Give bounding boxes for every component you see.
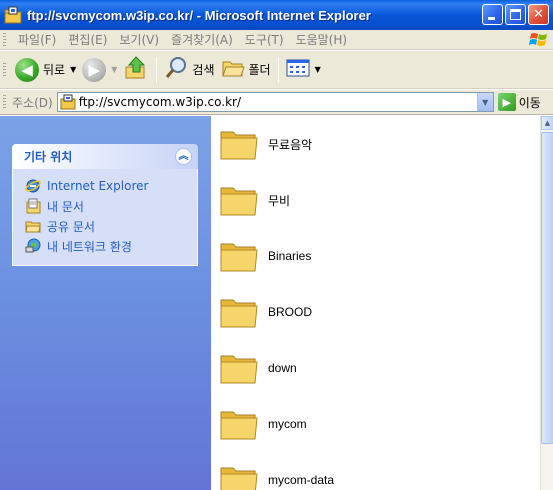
folder-item[interactable]: mycom [219, 402, 307, 446]
menu-help[interactable]: 도움말(H) [290, 31, 354, 48]
folders-icon [221, 57, 245, 82]
menu-grip-handle[interactable] [3, 32, 6, 47]
task-pane: 기타 위치 ︽ Internet Explorer 내 문서 공유 문서 내 네… [0, 116, 211, 490]
ftp-folder-app-icon[interactable] [4, 6, 22, 24]
folder-name: mycom-data [268, 473, 335, 487]
my-documents-icon [25, 198, 41, 214]
folders-button-label: 폴더 [248, 63, 271, 77]
folder-item[interactable]: Binaries [219, 234, 311, 278]
views-icon [286, 58, 310, 81]
standard-toolbar: ◀ 뒤로 ▼ ▶ ▼ 검색 폴더 ▼ [0, 51, 553, 89]
title-bar[interactable]: ftp://svcmycom.w3ip.co.kr/ - Microsoft I… [0, 0, 553, 30]
minimize-button[interactable] [482, 4, 503, 25]
shared-documents-icon [25, 218, 41, 234]
toolbar-grip-handle[interactable] [3, 62, 6, 77]
back-arrow-icon: ◀ [15, 57, 39, 82]
up-folder-button[interactable] [120, 55, 152, 85]
link-label: 공유 문서 [47, 219, 95, 234]
link-label: Internet Explorer [47, 179, 149, 193]
address-bar: 주소(D) ftp://svcmycom.w3ip.co.kr/ ▼ ▶ 이동 [0, 90, 553, 115]
go-button[interactable]: ▶ 이동 [497, 93, 541, 111]
folders-button[interactable]: 폴더 [218, 55, 274, 85]
search-button-label: 검색 [192, 63, 215, 77]
folder-item[interactable]: 무료음악 [219, 122, 312, 166]
other-places-panel: 기타 위치 ︽ Internet Explorer 내 문서 공유 문서 내 네… [12, 144, 198, 266]
folder-name: down [268, 361, 297, 375]
go-arrow-icon: ▶ [497, 93, 516, 111]
folder-name: mycom [268, 417, 307, 431]
forward-button[interactable]: ▶ ▼ [79, 55, 120, 85]
forward-arrow-icon: ▶ [82, 57, 107, 82]
folder-item[interactable]: mycom-data [219, 458, 334, 490]
other-places-header[interactable]: 기타 위치 ︽ [12, 144, 198, 169]
address-input[interactable]: ftp://svcmycom.w3ip.co.kr/ ▼ [56, 92, 494, 112]
address-label: 주소(D) [12, 95, 53, 110]
folder-name: Binaries [268, 249, 312, 263]
link-label: 내 문서 [47, 199, 84, 214]
toolbar-separator [277, 56, 279, 83]
folder-icon [219, 294, 259, 330]
menu-tools[interactable]: 도구(T) [239, 31, 290, 48]
menu-favorites[interactable]: 즐겨찾기(A) [165, 31, 239, 48]
folder-icon [219, 462, 259, 490]
ftp-site-icon [60, 94, 76, 110]
close-icon: ✕ [533, 7, 544, 22]
ie-icon [25, 178, 41, 194]
folder-name: 무비 [268, 193, 291, 208]
back-button-label: 뒤로 [43, 63, 66, 77]
minimize-icon [488, 17, 495, 20]
folder-item[interactable]: down [219, 346, 297, 390]
folder-icon [219, 238, 259, 274]
window-title: ftp://svcmycom.w3ip.co.kr/ - Microsoft I… [27, 7, 371, 23]
search-icon [164, 56, 188, 83]
folder-name: BROOD [268, 305, 313, 319]
toolbar-separator [156, 56, 158, 83]
maximize-button[interactable] [505, 4, 526, 25]
scroll-up-icon[interactable]: ▲ [541, 116, 553, 130]
close-button[interactable]: ✕ [528, 4, 549, 25]
address-grip-handle[interactable] [3, 95, 6, 109]
link-shared-documents[interactable]: 공유 문서 [25, 216, 197, 236]
folder-item[interactable]: BROOD [219, 290, 312, 334]
menu-bar: 파일(F) 편집(E) 보기(V) 즐겨찾기(A) 도구(T) 도움말(H) [0, 30, 553, 50]
folder-item[interactable]: 무비 [219, 178, 290, 222]
link-my-documents[interactable]: 내 문서 [25, 196, 197, 216]
go-button-label: 이동 [518, 95, 541, 110]
up-arrow-icon [123, 55, 149, 84]
search-button[interactable]: 검색 [161, 55, 217, 85]
forward-dropdown-icon[interactable]: ▼ [111, 65, 117, 74]
views-button[interactable]: ▼ [283, 55, 324, 85]
link-internet-explorer[interactable]: Internet Explorer [25, 176, 197, 196]
network-places-icon [25, 238, 41, 254]
menu-edit[interactable]: 편집(E) [62, 31, 113, 48]
other-places-title: 기타 위치 [24, 150, 73, 164]
scroll-thumb[interactable] [541, 132, 553, 444]
address-dropdown-icon[interactable]: ▼ [476, 93, 493, 111]
address-value: ftp://svcmycom.w3ip.co.kr/ [78, 95, 242, 109]
folder-icon [219, 350, 259, 386]
views-dropdown-icon[interactable]: ▼ [315, 65, 321, 74]
vertical-scrollbar[interactable]: ▲ [540, 116, 553, 490]
back-button[interactable]: ◀ 뒤로 ▼ [12, 55, 79, 85]
other-places-links: Internet Explorer 내 문서 공유 문서 내 네트워크 환경 [12, 169, 198, 266]
collapse-chevron-icon[interactable]: ︽ [175, 148, 192, 165]
file-list: 무료음악 무비 Binaries BROOD down mycom mycom-… [211, 116, 540, 490]
folder-name: 무료음악 [268, 137, 313, 152]
folder-icon [219, 182, 259, 218]
folder-icon [219, 126, 259, 162]
back-dropdown-icon[interactable]: ▼ [70, 65, 76, 74]
windows-logo-icon [528, 30, 550, 50]
folder-icon [219, 406, 259, 442]
link-network-places[interactable]: 내 네트워크 환경 [25, 236, 197, 256]
maximize-icon [510, 9, 521, 20]
link-label: 내 네트워크 환경 [47, 239, 132, 254]
menu-file[interactable]: 파일(F) [12, 31, 62, 48]
menu-view[interactable]: 보기(V) [113, 31, 165, 48]
